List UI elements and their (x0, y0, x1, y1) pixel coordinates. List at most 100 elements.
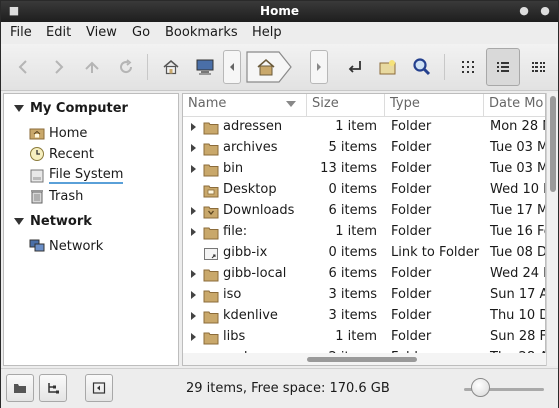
new-folder-button[interactable] (373, 52, 403, 82)
vertical-scrollbar[interactable] (546, 93, 558, 366)
list-view-icon (497, 62, 509, 72)
home-button[interactable] (156, 52, 186, 82)
sidebar-section-my-computer[interactable]: My Computer (14, 101, 128, 116)
horizontal-scroll-thumb[interactable] (307, 357, 417, 362)
file-name: archives (223, 140, 278, 155)
computer-button[interactable] (190, 52, 220, 82)
file-type: Link to Folder (391, 245, 480, 260)
sidebar-item-label: Recent (49, 146, 94, 162)
table-row[interactable]: iso 3 items Folder Sun 17 A (183, 285, 545, 306)
expander-icon[interactable] (191, 207, 196, 215)
sort-descending-icon (286, 101, 296, 107)
file-name: bin (223, 161, 244, 176)
table-row[interactable]: file: 1 item Folder Tue 16 Fe (183, 222, 545, 243)
file-size: 1 item (335, 329, 377, 344)
file-size: 0 items (328, 182, 377, 197)
show-places-button[interactable] (6, 374, 34, 402)
table-row[interactable]: Downloads 6 items Folder Tue 17 M (183, 201, 546, 222)
return-arrow-icon (348, 61, 361, 73)
show-tree-button[interactable] (39, 374, 67, 402)
menu-go[interactable]: Go (132, 25, 150, 40)
sidebar-item-recent[interactable]: Recent (29, 146, 94, 162)
table-row[interactable]: gibb-local 6 items Folder Wed 24 F (183, 264, 545, 285)
sidebar-item-file-system[interactable]: File System (29, 167, 124, 184)
zoom-slider-knob[interactable] (470, 378, 490, 397)
path-scroll-left-button[interactable] (223, 50, 241, 84)
expander-icon[interactable] (191, 312, 196, 320)
file-name: Downloads (223, 203, 295, 218)
menu-bookmarks[interactable]: Bookmarks (165, 25, 238, 40)
folder-icon (203, 309, 219, 324)
folder-icon (203, 120, 219, 135)
minimize-icon[interactable]: ● (517, 4, 531, 18)
table-row[interactable]: bin 13 items Folder Tue 03 M (183, 159, 545, 180)
sidebar-item-home[interactable]: Home (29, 125, 87, 141)
expander-icon[interactable] (191, 270, 196, 278)
horizontal-scrollbar[interactable] (183, 353, 546, 365)
expander-icon[interactable] (191, 165, 196, 173)
file-name: gibb-ix (223, 245, 268, 260)
reload-button[interactable] (111, 52, 141, 82)
title-bar[interactable]: ■ Home ● ● (1, 1, 558, 22)
file-type: Folder (391, 329, 432, 344)
back-button[interactable] (9, 52, 39, 82)
menu-file[interactable]: File (10, 25, 32, 40)
maximize-icon[interactable]: ● (538, 4, 552, 18)
icon-view-button[interactable] (453, 52, 483, 82)
column-header-type[interactable]: Type (385, 94, 484, 116)
path-scroll-right-button[interactable] (310, 50, 328, 84)
table-row[interactable]: adressen 1 item Folder Mon 28 N (183, 117, 545, 138)
file-type: Folder (391, 266, 432, 281)
column-header-size[interactable]: Size (307, 94, 385, 116)
menu-view[interactable]: View (86, 25, 117, 40)
folder-icon (203, 204, 219, 219)
file-type: Folder (391, 287, 432, 302)
status-bar: 29 items, Free space: 170.6 GB (1, 368, 558, 408)
expander-open-icon (14, 218, 24, 225)
column-header-date[interactable]: Date Mo (484, 94, 545, 116)
path-crumb-home[interactable] (245, 50, 293, 84)
column-header-label: Name (188, 96, 227, 111)
expander-icon[interactable] (191, 123, 196, 131)
sidebar-item-label: Trash (49, 188, 84, 204)
menu-help[interactable]: Help (252, 25, 282, 40)
toolbar-separator (147, 54, 148, 80)
table-row[interactable]: kdenlive 3 items Folder Thu 10 D (183, 306, 545, 327)
search-button[interactable] (407, 52, 437, 82)
tree-view-icon (48, 383, 59, 394)
file-list: Name Size Type Date Mo adressen 1 item Fol… (182, 93, 546, 366)
places-folder-icon (14, 384, 26, 393)
expander-icon[interactable] (191, 228, 196, 236)
folder-icon (203, 162, 219, 177)
file-size: 1 item (335, 224, 377, 239)
up-button[interactable] (77, 52, 107, 82)
chevron-left-icon (230, 63, 234, 71)
compact-view-button[interactable] (523, 52, 553, 82)
file-type: Folder (391, 161, 432, 176)
table-row[interactable]: archives 5 items Folder Tue 03 M (183, 138, 545, 159)
file-size: 1 item (335, 119, 377, 134)
folder-icon (203, 330, 219, 345)
list-view-button[interactable] (486, 48, 520, 86)
forward-button[interactable] (43, 52, 73, 82)
table-row[interactable]: gibb-ix 0 items Link to Folder Tue 08 D (183, 243, 545, 264)
toggle-sidebar-button[interactable] (85, 374, 113, 402)
column-header-name[interactable]: Name (183, 94, 307, 116)
file-date: Wed 10 F (490, 182, 546, 197)
expander-icon[interactable] (191, 144, 196, 152)
file-name: file: (223, 224, 248, 239)
menu-edit[interactable]: Edit (46, 25, 71, 40)
expander-icon[interactable] (191, 291, 196, 299)
sidebar-section-network[interactable]: Network (14, 214, 92, 229)
sidebar-item-network[interactable]: Network (29, 238, 103, 254)
expander-icon[interactable] (191, 333, 196, 341)
table-row[interactable]: libs 1 item Folder Sun 28 F (183, 327, 545, 348)
file-date: Tue 17 M (490, 203, 546, 218)
vertical-scroll-thumb[interactable] (550, 96, 556, 192)
toggle-location-button[interactable] (340, 52, 370, 82)
sidebar-item-trash[interactable]: Trash (29, 188, 83, 204)
chevron-right-icon (317, 63, 321, 71)
search-icon (413, 58, 431, 76)
table-row[interactable]: Desktop 0 items Folder Wed 10 F (183, 180, 546, 201)
trash-icon (29, 188, 45, 204)
